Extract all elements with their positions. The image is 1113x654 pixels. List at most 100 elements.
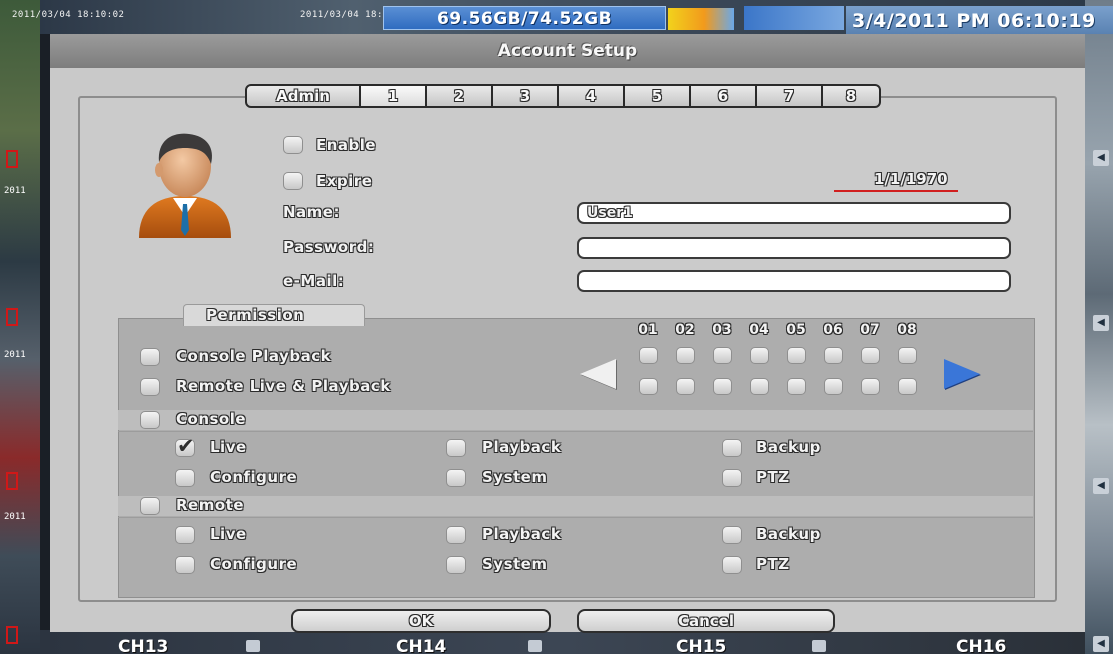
console-system-label: System	[482, 468, 548, 486]
console-ptz-checkbox[interactable]	[722, 469, 742, 487]
channel-remote-checkbox[interactable]	[639, 378, 658, 395]
channel-remote-checkbox[interactable]	[750, 378, 769, 395]
channel-label: CH14	[396, 637, 447, 654]
channel-page-next-icon[interactable]	[944, 359, 980, 389]
tile-year-label: 2011	[4, 512, 26, 522]
speaker-icon[interactable]: ◀	[1093, 478, 1109, 494]
speaker-icon[interactable]: ◀	[1093, 315, 1109, 331]
channel-header: 04	[749, 322, 769, 338]
remote-live-label: Live	[210, 525, 247, 543]
channel-console-checkbox[interactable]	[639, 347, 658, 364]
tab-user-6[interactable]: 6	[691, 84, 757, 108]
channel-remote-checkbox[interactable]	[713, 378, 732, 395]
name-input[interactable]: User1	[577, 202, 1011, 224]
speaker-icon[interactable]: ◀	[1093, 636, 1109, 652]
remote-section-label: Remote	[176, 496, 245, 514]
speaker-icon[interactable]	[246, 640, 260, 652]
remote-configure-label: Configure	[210, 555, 298, 573]
tab-user-5[interactable]: 5	[625, 84, 691, 108]
channel-console-checkbox[interactable]	[787, 347, 806, 364]
channel-remote-checkbox[interactable]	[861, 378, 880, 395]
console-configure-checkbox[interactable]	[175, 469, 195, 487]
channel-remote-checkbox[interactable]	[787, 378, 806, 395]
channel-page-prev-icon[interactable]	[580, 359, 616, 389]
console-section-label: Console	[176, 410, 247, 428]
console-system-checkbox[interactable]	[446, 469, 466, 487]
console-live-label: Live	[210, 438, 247, 456]
channel-header: 06	[823, 322, 843, 338]
video-tile-left	[0, 0, 40, 654]
remote-live-playback-checkbox[interactable]	[140, 378, 160, 396]
channel-header: 07	[860, 322, 880, 338]
channel-console-checkbox[interactable]	[713, 347, 732, 364]
channel-console-checkbox[interactable]	[676, 347, 695, 364]
remote-system-checkbox[interactable]	[446, 556, 466, 574]
console-playback-checkbox[interactable]	[140, 348, 160, 366]
channel-remote-checkbox[interactable]	[824, 378, 843, 395]
ok-button[interactable]: OK	[291, 609, 551, 633]
tab-user-1[interactable]: 1	[361, 84, 427, 108]
tab-admin[interactable]: Admin	[245, 84, 361, 108]
channel-console-checkbox[interactable]	[750, 347, 769, 364]
remote-configure-checkbox[interactable]	[175, 556, 195, 574]
remote-system-label: System	[482, 555, 548, 573]
record-marker	[6, 308, 18, 326]
user-avatar-icon	[139, 133, 231, 238]
expire-label: Expire	[316, 172, 373, 190]
channel-console-checkbox[interactable]	[861, 347, 880, 364]
channel-label: CH16	[956, 637, 1007, 654]
system-clock: 3/4/2011 PM 06:10:19	[852, 10, 1096, 32]
channel-header: 08	[897, 322, 917, 338]
divider	[118, 517, 1033, 518]
expire-checkbox[interactable]	[283, 172, 303, 190]
tab-user-8[interactable]: 8	[823, 84, 881, 108]
password-input[interactable]	[577, 237, 1011, 259]
name-label: Name:	[283, 203, 340, 221]
remote-live-checkbox[interactable]	[175, 526, 195, 544]
account-tabs: Admin 1 2 3 4 5 6 7 8	[245, 84, 881, 108]
channel-header: 03	[712, 322, 732, 338]
console-backup-label: Backup	[756, 438, 821, 456]
speaker-icon[interactable]	[528, 640, 542, 652]
record-marker	[6, 150, 18, 168]
password-label: Password:	[283, 238, 375, 256]
speaker-icon[interactable]	[812, 640, 826, 652]
enable-checkbox[interactable]	[283, 136, 303, 154]
channel-remote-checkbox[interactable]	[676, 378, 695, 395]
record-marker	[6, 626, 18, 644]
tab-user-7[interactable]: 7	[757, 84, 823, 108]
channel-console-checkbox[interactable]	[898, 347, 917, 364]
record-marker	[6, 472, 18, 490]
remote-section-checkbox[interactable]	[140, 497, 160, 515]
remote-backup-label: Backup	[756, 525, 821, 543]
channel-console-checkbox[interactable]	[824, 347, 843, 364]
remote-backup-checkbox[interactable]	[722, 526, 742, 544]
console-section-row	[118, 410, 1033, 430]
tab-user-2[interactable]: 2	[427, 84, 493, 108]
dialog-title: Account Setup	[50, 34, 1085, 68]
console-live-checkbox[interactable]	[175, 434, 195, 458]
enable-label: Enable	[316, 136, 377, 154]
console-section-checkbox[interactable]	[140, 411, 160, 429]
tab-user-4[interactable]: 4	[559, 84, 625, 108]
video-tile-bottom	[40, 630, 1085, 654]
channel-label: CH13	[118, 637, 169, 654]
disk-gauge	[668, 8, 734, 30]
remote-ptz-checkbox[interactable]	[722, 556, 742, 574]
tab-user-3[interactable]: 3	[493, 84, 559, 108]
remote-section-row	[118, 496, 1033, 516]
channel-remote-checkbox[interactable]	[898, 378, 917, 395]
expire-date-field[interactable]: 1/1/1970	[834, 170, 958, 192]
email-label: e-Mail:	[283, 272, 345, 290]
channel-header: 01	[638, 322, 658, 338]
osd-timestamp-left: 2011/03/04 18:10:02	[12, 10, 125, 20]
console-playback-perm-checkbox[interactable]	[446, 439, 466, 457]
console-backup-checkbox[interactable]	[722, 439, 742, 457]
speaker-icon[interactable]: ◀	[1093, 150, 1109, 166]
email-input[interactable]	[577, 270, 1011, 292]
remote-playback-checkbox[interactable]	[446, 526, 466, 544]
disk-usage-text: 69.56GB/74.52GB	[436, 9, 613, 29]
console-ptz-label: PTZ	[756, 468, 790, 486]
cancel-button[interactable]: Cancel	[577, 609, 835, 633]
remote-ptz-label: PTZ	[756, 555, 790, 573]
